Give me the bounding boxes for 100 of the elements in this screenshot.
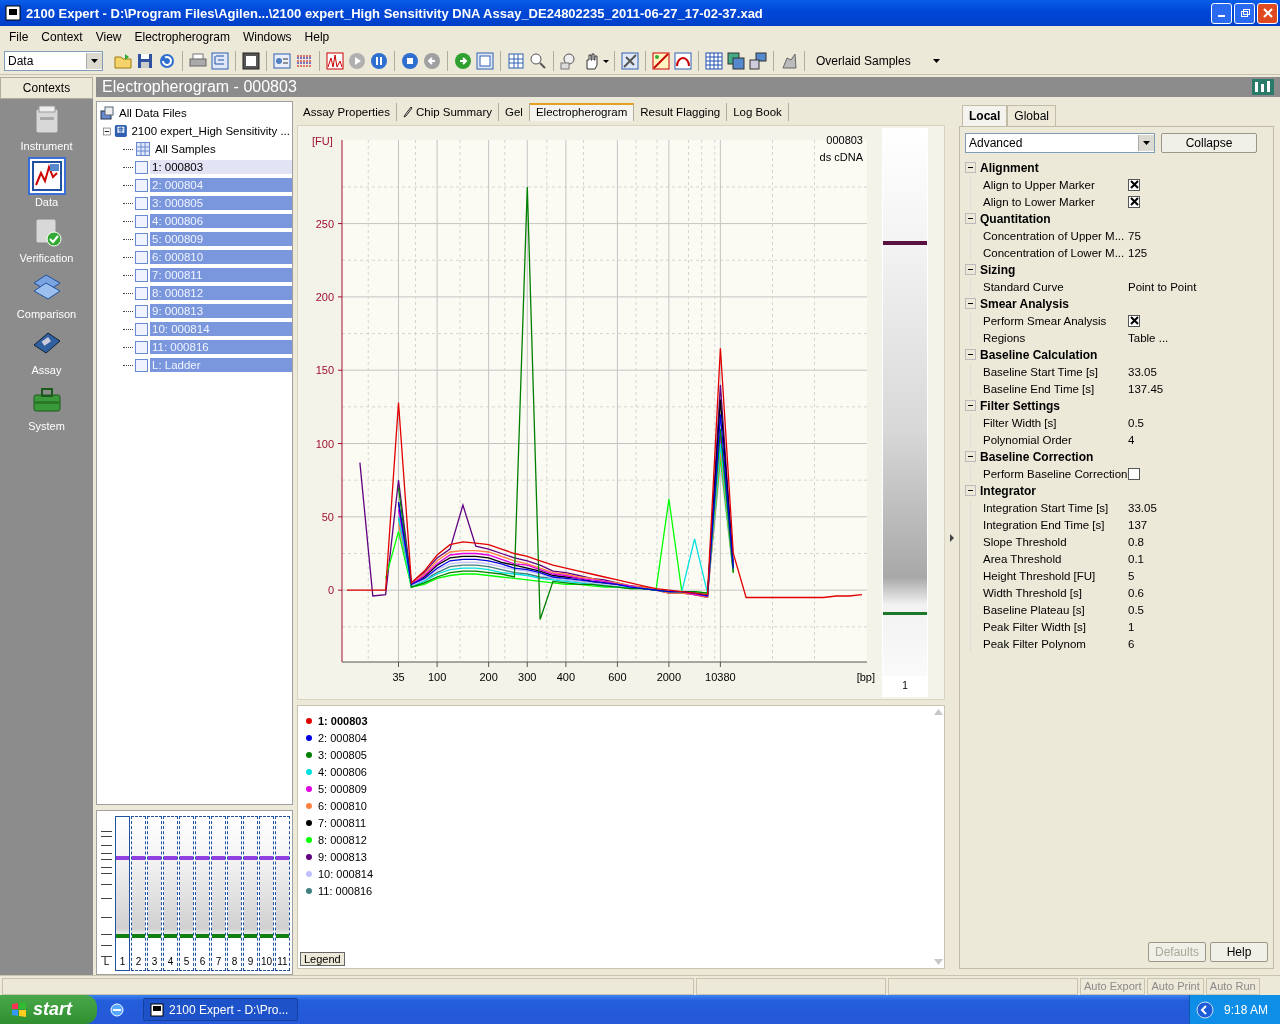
property-value[interactable]: 33.05 [1128,501,1157,514]
checkbox[interactable] [135,268,148,282]
property-value[interactable]: 137 [1128,518,1148,531]
checkbox[interactable] [1128,314,1140,327]
tab[interactable]: Local [962,105,1008,126]
window-icon[interactable] [241,50,261,71]
tab[interactable]: Log Book [727,103,789,121]
arc-icon[interactable] [673,50,693,71]
tab[interactable]: Chip Summary [396,103,499,121]
collapse-icon[interactable] [965,451,976,462]
checkbox[interactable] [135,358,148,372]
sample-item[interactable]: 1: 000803 [150,160,292,174]
gel-lane[interactable]: 4 [163,816,178,971]
checkbox[interactable] [135,214,148,228]
taskbar-button[interactable]: 2100 Expert - D:\Pro... [143,998,298,1021]
tree-item[interactable]: All Data Files [117,106,189,120]
property-value[interactable]: 0.6 [1128,586,1144,599]
context-dropdown[interactable]: Data [4,50,103,71]
collapse-icon[interactable] [965,213,976,224]
gel-lane[interactable]: 7 [211,816,226,971]
stop-icon[interactable] [400,50,420,71]
property-value[interactable]: 0.8 [1128,535,1144,548]
grid-icon[interactable] [506,50,526,71]
zoom-in-icon[interactable] [528,50,548,71]
menu-item[interactable]: Help [297,27,336,46]
tab[interactable]: Gel [499,103,530,121]
menu-item[interactable]: Windows [235,27,298,46]
checkbox[interactable] [135,196,148,210]
gel-lane[interactable]: 11 [275,816,290,971]
table-icon[interactable] [704,50,724,71]
caret-icon [1143,141,1150,145]
collapse-button[interactable]: Collapse [1161,133,1257,153]
dialog-button[interactable]: Help [1210,942,1268,962]
property-value[interactable]: 137.45 [1128,382,1164,395]
property-value[interactable]: 125 [1128,246,1148,259]
tab[interactable]: Result Flagging [634,103,728,121]
checkbox[interactable] [135,232,148,246]
property-value[interactable]: 75 [1128,229,1141,242]
peak-chart-icon[interactable] [325,50,345,71]
menu-item[interactable]: View [88,27,128,46]
property-value[interactable]: 33.05 [1128,365,1157,378]
checkbox[interactable] [135,340,148,354]
menu-item[interactable]: Context [34,27,89,46]
chevron-icon[interactable] [1195,1000,1214,1019]
legend-button[interactable]: Legend [300,952,345,966]
view-dropdown[interactable]: Overlaid Samples [810,51,946,70]
tab[interactable]: Assay Properties [297,103,397,121]
gel-lane[interactable]: 2 [131,816,146,971]
collapse-icon[interactable] [965,349,976,360]
tree-item[interactable]: 2100 expert_High Sensitivity ... [129,124,292,138]
gel-lane[interactable]: 10 [259,816,274,971]
collapse-icon[interactable] [965,400,976,411]
checkbox[interactable] [135,322,148,336]
property-value[interactable]: 5 [1128,569,1135,582]
checkbox[interactable] [135,304,148,318]
gel-lane[interactable]: 1 [115,816,130,971]
property-value[interactable]: 6 [1128,637,1135,650]
property-value[interactable]: 0.5 [1128,603,1144,616]
property-value[interactable]: 0.5 [1128,416,1144,429]
gel-lane[interactable]: 5 [179,816,194,971]
checkbox[interactable] [1128,178,1140,191]
checkbox[interactable] [135,250,148,264]
property-value[interactable]: 0.1 [1128,552,1144,565]
restore-button[interactable] [1234,2,1255,24]
collapse-icon[interactable] [965,298,976,309]
gel-lane[interactable]: 9 [243,816,258,971]
picture-stack-icon[interactable] [726,50,746,71]
close-button[interactable] [1257,2,1278,24]
mode-dropdown[interactable]: Advanced [965,133,1155,153]
checkbox[interactable] [135,286,148,300]
tab[interactable]: Global [1007,105,1057,126]
property-value[interactable]: Point to Point [1128,280,1197,293]
minimize-button[interactable] [1211,2,1232,24]
property-value[interactable]: 4 [1128,433,1135,446]
gel-lane[interactable]: 3 [147,816,162,971]
tab[interactable]: Electropherogram [529,103,635,121]
gel-lane[interactable]: 8 [227,816,242,971]
menu-item[interactable]: Electropherogram [127,27,236,46]
tree-item[interactable]: All Samples [153,142,218,156]
collapse-icon[interactable] [965,485,976,496]
splitter-handle-icon[interactable] [950,534,954,542]
collapse-icon[interactable] [965,264,976,275]
frame-icon[interactable] [475,50,495,71]
checkbox[interactable] [1128,195,1140,208]
checkbox[interactable] [135,160,148,174]
start-button[interactable]: start [0,995,97,1024]
property-value[interactable]: Table ... [1128,331,1169,344]
gel-lane[interactable]: 6 [195,816,210,971]
checkbox[interactable] [1128,467,1140,480]
menu-item[interactable]: File [2,27,35,46]
collapse-icon[interactable] [103,126,111,136]
collapse-icon[interactable] [965,162,976,173]
caret-icon [932,58,940,63]
crossed-tool-icon[interactable] [620,50,640,71]
pause-icon[interactable] [369,50,389,71]
calibration-icon[interactable] [651,50,671,71]
legend-label: 10: 000814 [318,867,374,880]
property-value[interactable]: 1 [1128,620,1135,633]
card-icon[interactable] [272,50,292,71]
checkbox[interactable] [135,178,148,192]
